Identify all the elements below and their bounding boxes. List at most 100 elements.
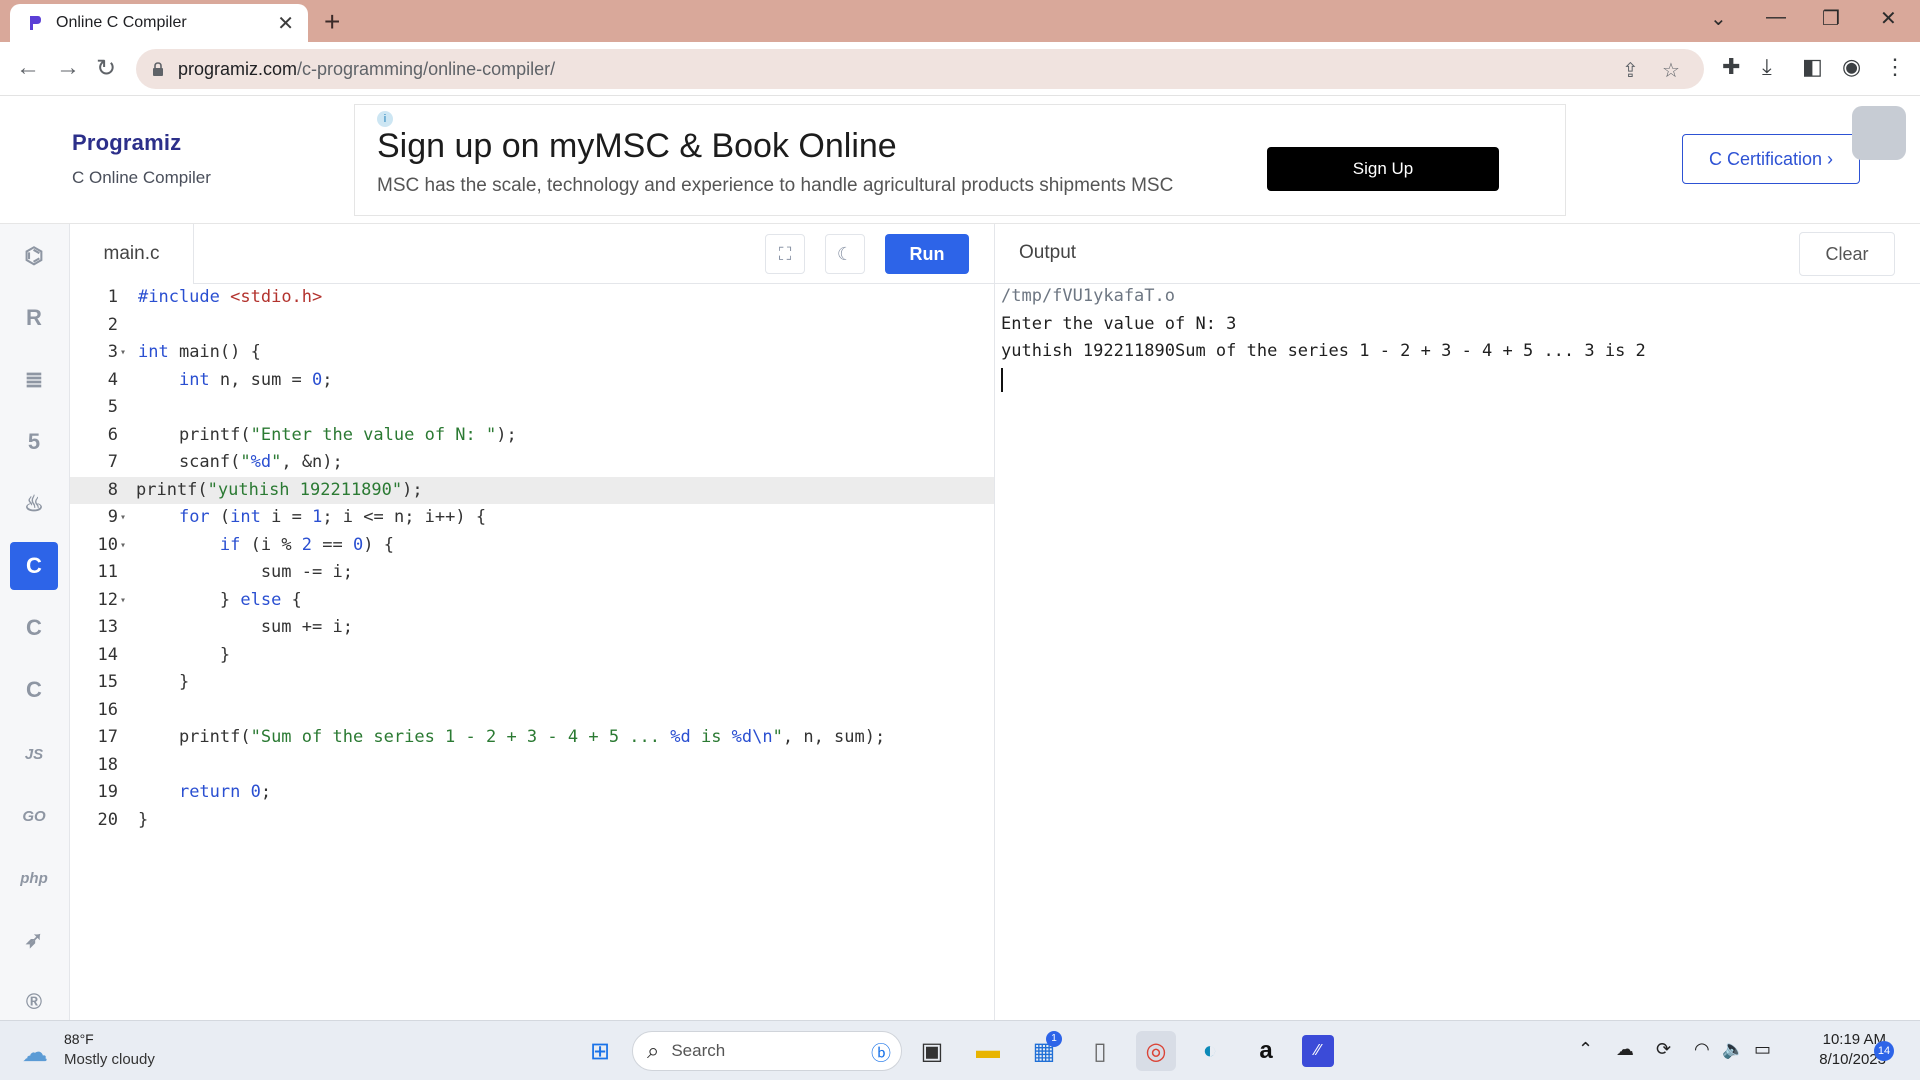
ad-description: MSC has the scale, technology and experi… (377, 175, 1174, 196)
back-icon[interactable]: ← (16, 54, 40, 82)
task-view-icon[interactable]: ▣ (912, 1031, 952, 1071)
line-number: 17 (97, 727, 118, 747)
php-item[interactable]: php (10, 854, 58, 902)
bookmark-star-icon[interactable]: ☆ (1662, 58, 1680, 83)
wifi-icon[interactable]: ◠ (1694, 1039, 1710, 1060)
notification-badge[interactable]: 14 (1874, 1041, 1894, 1061)
code-line: 1 #include <stdio.h> (70, 284, 994, 312)
edge-icon[interactable]: ◐ (1190, 1031, 1230, 1071)
code-line: 6 printf("Enter the value of N: "); (70, 422, 994, 450)
notepad-icon[interactable]: ▯ (1080, 1031, 1120, 1071)
clear-button[interactable]: Clear (1799, 232, 1895, 276)
brand[interactable]: Programiz C Online Compiler (72, 130, 211, 188)
download-icon[interactable]: ⤓ (1762, 54, 1772, 80)
code-editor[interactable]: 1 #include <stdio.h> 2 3 ▾ int main() { 4 i… (70, 284, 994, 1020)
bing-icon[interactable]: ⓑ (871, 1037, 891, 1066)
chrome-icon[interactable]: ◎ (1136, 1031, 1176, 1071)
tab-title: Online C Compiler (56, 14, 187, 31)
battery-icon[interactable]: ▭ (1754, 1039, 1771, 1060)
fold-arrow-icon[interactable]: ▾ (120, 532, 126, 560)
advertisement-banner[interactable]: i Sign up on myMSC & Book Online MSC has… (354, 104, 1566, 216)
chevron-up-icon[interactable]: ⌃ (1578, 1039, 1593, 1060)
code-text: if (i % 2 == 0) { (219, 534, 394, 555)
url-text: programiz.com/c-programming/online-compi… (178, 59, 555, 80)
sign-up-button[interactable]: Sign Up (1267, 147, 1499, 191)
weather-cloud-icon[interactable]: ☁ (22, 1037, 48, 1068)
code-line: 13 sum += i; (70, 614, 994, 642)
code-text: int main() { (138, 342, 261, 362)
windows-start-icon[interactable]: ⊞ (580, 1031, 620, 1071)
javascript-item[interactable]: JS (10, 730, 58, 778)
swift-icon[interactable]: ➶ (10, 916, 58, 964)
browser-tab[interactable]: Online C Compiler ✕ (10, 4, 308, 42)
code-line: 14 } (70, 642, 994, 670)
lock-icon (153, 62, 163, 76)
browser-tab-strip: Online C Compiler ✕ + ⌄ — ❐ ✕ (0, 0, 1920, 42)
profile-avatar[interactable]: ◉ (1842, 54, 1861, 80)
code-line: 18 (70, 752, 994, 780)
clock-date[interactable]: 8/10/2023 (1796, 1051, 1886, 1068)
tab-search-icon[interactable]: ⌄ (1710, 6, 1727, 31)
file-tab-main-c[interactable]: main.c (70, 224, 194, 284)
fold-arrow-icon[interactable]: ▾ (120, 339, 126, 367)
clock-time[interactable]: 10:19 AM (1796, 1031, 1886, 1048)
output-console[interactable]: /tmp/fVU1ykafaT.o Enter the value of N: … (994, 284, 1920, 1020)
fullscreen-icon[interactable]: ⛶ (765, 234, 805, 274)
fold-arrow-icon[interactable]: ▾ (120, 587, 126, 615)
search-label: Search (671, 1041, 726, 1060)
go-item[interactable]: GO (10, 792, 58, 840)
ad-info-icon[interactable]: i (377, 111, 393, 127)
rust-icon[interactable]: ® (10, 978, 58, 1026)
run-button[interactable]: Run (885, 234, 969, 274)
reload-icon[interactable]: ↻ (96, 54, 116, 83)
java-icon[interactable]: ♨ (10, 480, 58, 528)
window-close-icon[interactable]: ✕ (1880, 6, 1897, 31)
python-icon[interactable]: ⌬ (10, 232, 58, 280)
extensions-icon[interactable]: ✚ (1722, 54, 1740, 80)
new-tab-button[interactable]: + (324, 6, 340, 38)
amazon-icon[interactable]: a (1246, 1031, 1286, 1071)
close-icon[interactable]: ✕ (277, 11, 294, 36)
cpp-icon[interactable]: C (10, 604, 58, 652)
r-icon[interactable]: R (10, 294, 58, 342)
code-text: scanf("%d", &n); (138, 452, 343, 472)
code-line: 19 return 0; (70, 779, 994, 807)
microsoft-store-icon[interactable]: ▦ 1 (1024, 1031, 1064, 1071)
c-language-icon[interactable]: C (10, 542, 58, 590)
line-number: 4 (107, 369, 118, 390)
minimize-icon[interactable]: — (1766, 6, 1786, 29)
menu-kebab-icon[interactable]: ⋮ (1884, 54, 1906, 80)
url-domain: programiz.com (178, 58, 298, 79)
weather-temperature[interactable]: 88°F (64, 1031, 94, 1047)
html-icon[interactable]: 5 (10, 418, 58, 466)
cloud-offline-icon[interactable]: ☁ (1616, 1039, 1634, 1060)
code-text: sum -= i; (138, 562, 353, 582)
code-text: return 0; (178, 782, 272, 802)
csharp-icon[interactable]: C (10, 666, 58, 714)
line-number: 8 (107, 479, 118, 500)
file-explorer-icon[interactable]: ▬ (968, 1031, 1008, 1071)
sync-icon[interactable]: ⟳ (1656, 1039, 1671, 1060)
text-cursor (1001, 368, 1003, 392)
restore-icon[interactable]: ❐ (1822, 6, 1840, 31)
line-number: 19 (97, 782, 118, 802)
sql-database-icon[interactable]: ≣ (10, 356, 58, 404)
line-number: 16 (97, 699, 118, 720)
taskbar-search[interactable]: ⌕ Search ⓑ (632, 1031, 902, 1071)
dark-mode-moon-icon[interactable]: ☾ (825, 234, 865, 274)
url-bar[interactable]: programiz.com/c-programming/online-compi… (136, 49, 1704, 89)
ad-title: Sign up on myMSC & Book Online (377, 127, 897, 165)
c-certification-button[interactable]: C Certification › (1682, 134, 1860, 184)
fold-arrow-icon[interactable]: ▾ (120, 504, 126, 532)
editor-toolbar: main.c ⛶ ☾ Run (70, 224, 994, 284)
side-panel-icon[interactable]: ◧ (1802, 54, 1823, 80)
speaker-muted-icon[interactable]: 🔈 (1722, 1039, 1744, 1060)
line-number: 18 (97, 754, 118, 775)
weather-description[interactable]: Mostly cloudy (64, 1051, 155, 1068)
app-icon[interactable]: ⁄⁄ (1302, 1035, 1334, 1067)
code-text: #include <stdio.h> (138, 284, 322, 312)
lightning-badge-icon[interactable] (1852, 106, 1906, 160)
forward-icon[interactable]: → (56, 54, 80, 82)
code-text: printf("Sum of the series 1 - 2 + 3 - 4 … (138, 727, 886, 747)
share-icon[interactable]: ⇪ (1622, 58, 1639, 83)
